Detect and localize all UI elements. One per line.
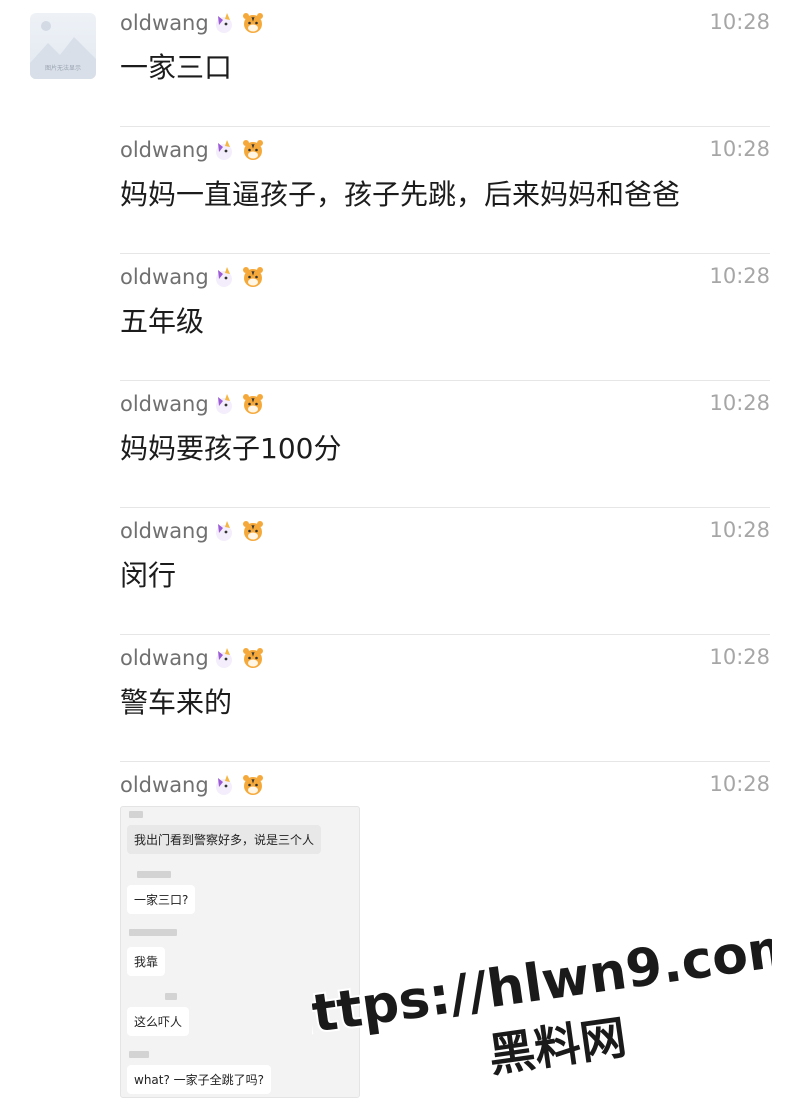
message-text: 妈妈要孩子100分 (120, 432, 342, 465)
tiger-icon (242, 13, 263, 33)
sender-name: oldwang (120, 138, 209, 162)
message-time: 10:28 (709, 391, 770, 415)
unicorn-icon (215, 13, 232, 33)
contact-avatar[interactable]: 图片无法显示 (30, 13, 96, 79)
blurred-name (137, 871, 171, 878)
chat-screenshot-image[interactable]: 我出门看到警察好多，说是三个人 一家三口? 我靠 这么吓人 what? 一家子全… (120, 806, 360, 1098)
message-text: 五年级 (120, 305, 205, 338)
unicorn-icon (215, 521, 232, 541)
tiger-icon (242, 394, 263, 414)
sender-name-row: oldwang (120, 264, 265, 290)
message-time: 10:28 (709, 518, 770, 542)
message-item[interactable]: oldwang 10:28 闵行 (120, 508, 770, 635)
unicorn-icon (215, 394, 232, 414)
tiger-icon (242, 140, 263, 160)
sender-name-row: oldwang (120, 518, 265, 544)
message-item[interactable]: oldwang 10:28 (120, 762, 770, 802)
sender-name-row: oldwang (120, 772, 265, 798)
screenshot-bubble: 一家三口? (127, 885, 196, 914)
unicorn-icon (215, 775, 232, 795)
message-item[interactable]: oldwang 10:28 一家三口 (120, 0, 770, 127)
tiger-icon (242, 648, 263, 668)
screenshot-bubble: 我出门看到警察好多，说是三个人 (127, 825, 322, 854)
sender-name: oldwang (120, 392, 209, 416)
sender-name: oldwang (120, 11, 209, 35)
site-watermark: https://hlwn9.com 黑料网 (312, 928, 772, 1085)
message-item[interactable]: oldwang 10:28 五年级 (120, 254, 770, 381)
sender-name-row: oldwang (120, 10, 265, 36)
message-time: 10:28 (709, 264, 770, 288)
screenshot-bubble: 这么吓人 (127, 1007, 190, 1036)
message-item[interactable]: oldwang 10:28 妈妈要孩子100分 (120, 381, 770, 508)
blurred-name (129, 1051, 149, 1058)
message-text: 警车来的 (120, 686, 233, 719)
tiger-icon (242, 521, 263, 541)
watermark-label: 黑料网 (485, 1010, 629, 1083)
message-text: 妈妈一直逼孩子，孩子先跳，后来妈妈和爸爸 (120, 178, 681, 211)
sender-name-row: oldwang (120, 137, 265, 163)
screenshot-bubble: what? 一家子全跳了吗? (127, 1065, 272, 1094)
unicorn-icon (215, 648, 232, 668)
sender-name: oldwang (120, 773, 209, 797)
unicorn-icon (215, 140, 232, 160)
blurred-name (165, 993, 177, 1000)
message-time: 10:28 (709, 645, 770, 669)
message-time: 10:28 (709, 10, 770, 34)
message-item[interactable]: oldwang 10:28 警车来的 (120, 635, 770, 762)
sender-name: oldwang (120, 265, 209, 289)
unicorn-icon (215, 267, 232, 287)
tiger-icon (242, 775, 263, 795)
watermark-url: https://hlwn9.com (312, 928, 772, 1050)
message-time: 10:28 (709, 772, 770, 796)
avatar-caption: 图片无法显示 (44, 65, 81, 72)
message-item[interactable]: oldwang 10:28 妈妈一直逼孩子，孩子先跳，后来妈妈和爸爸 (120, 127, 770, 254)
blurred-name (129, 811, 143, 818)
blurred-name (129, 929, 177, 936)
screenshot-bubble: 我靠 (127, 947, 166, 976)
sender-name-row: oldwang (120, 391, 265, 417)
sender-name: oldwang (120, 519, 209, 543)
message-text: 闵行 (120, 559, 177, 592)
sender-name: oldwang (120, 646, 209, 670)
message-time: 10:28 (709, 137, 770, 161)
sender-name-row: oldwang (120, 645, 265, 671)
tiger-icon (242, 267, 263, 287)
message-text: 一家三口 (120, 51, 233, 84)
